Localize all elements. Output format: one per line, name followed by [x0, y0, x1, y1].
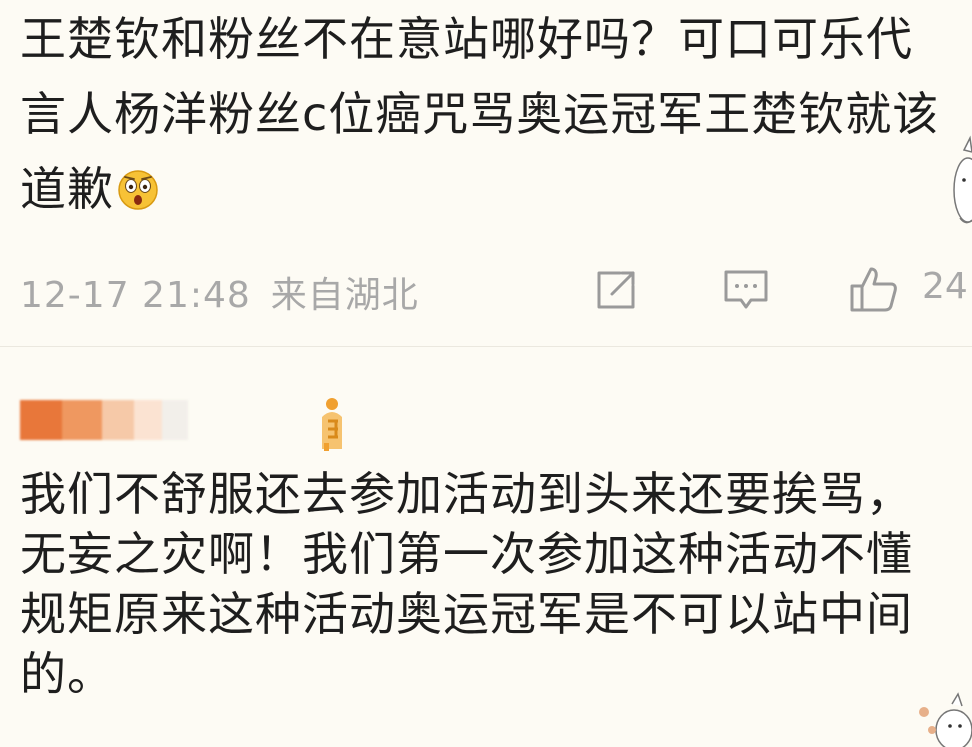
comment-button[interactable]: [720, 264, 772, 316]
post-meta-row: 12-17 21:48 来自湖北 24: [0, 258, 972, 328]
fan-badge-icon: [322, 398, 342, 451]
share-icon: [597, 271, 635, 309]
thumbs-up-icon: [850, 267, 897, 312]
post-location: 来自湖北: [270, 275, 419, 316]
reply-user-row: [20, 395, 370, 451]
divider: [0, 346, 972, 347]
weibo-post: 王楚钦和粉丝不在意站哪好吗？可口可乐代言人杨洋粉丝c位癌咒骂奥运冠军王楚钦就该道…: [0, 0, 972, 345]
post-text: 王楚钦和粉丝不在意站哪好吗？可口可乐代言人杨洋粉丝c位癌咒骂奥运冠军王楚钦就该道…: [20, 2, 950, 227]
post-meta: 12-17 21:48 来自湖北: [20, 266, 419, 318]
reply-comment: 我们不舒服还去参加活动到头来还要挨骂，无妄之灾啊！我们第一次参加这种活动不懂规矩…: [0, 370, 972, 747]
shocked-emoji-icon: [118, 170, 158, 210]
like-button[interactable]: [848, 264, 900, 316]
like-count: 24: [922, 266, 968, 307]
blurred-username[interactable]: [20, 400, 188, 440]
comment-icon: [724, 270, 768, 309]
post-timestamp: 12-17 21:48: [20, 275, 251, 316]
share-button[interactable]: [590, 264, 642, 316]
reply-text: 我们不舒服还去参加活动到头来还要挨骂，无妄之灾啊！我们第一次参加这种活动不懂规矩…: [20, 467, 913, 701]
